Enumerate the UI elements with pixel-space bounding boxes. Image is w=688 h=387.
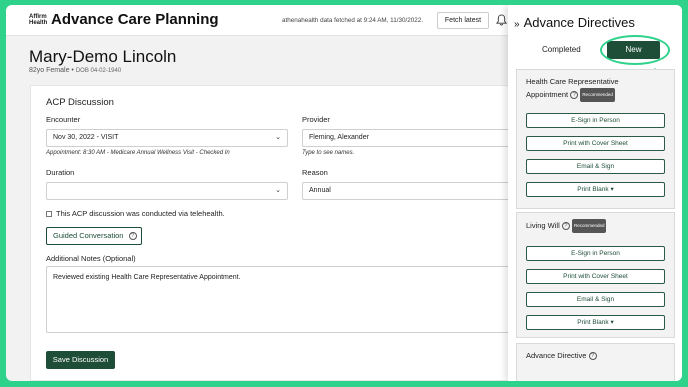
print-cover-sheet-button[interactable]: Print with Cover Sheet: [526, 136, 665, 151]
print-blank-button[interactable]: Print Blank ▾: [526, 182, 665, 197]
logo-line-2: Health: [29, 20, 48, 26]
advance-directives-panel: » Advance Directives Completed New Health…: [508, 5, 682, 381]
print-blank-label: Print Blank: [577, 319, 609, 326]
highlight-ring: [600, 35, 670, 65]
directive-card-living-will: Living Will ? Recommended E-Sign in Pers…: [516, 212, 675, 338]
email-sign-button[interactable]: Email & Sign: [526, 159, 665, 174]
patient-name: Mary-Demo Lincoln: [29, 47, 177, 66]
app-window: Affirm Health Advance Care Planning athe…: [6, 5, 682, 381]
provider-input[interactable]: Fleming, Alexander: [302, 129, 531, 147]
directive-title: Living Will ? Recommended: [526, 219, 607, 233]
fetch-latest-button[interactable]: Fetch latest: [437, 12, 489, 29]
encounter-select[interactable]: Nov 30, 2022 - VISIT ⌄: [46, 129, 288, 147]
notes-value: Reviewed existing Health Care Representa…: [53, 274, 241, 281]
provider-hint: Type to see names.: [302, 150, 355, 156]
telehealth-checkbox[interactable]: [46, 211, 52, 217]
telehealth-label: This ACP discussion was conducted via te…: [56, 209, 225, 218]
guided-conversation-label: Guided Conversation: [53, 231, 124, 240]
fetched-status: athenahealth data fetched at 9:24 AM, 11…: [282, 17, 423, 24]
reason-label: Reason: [302, 168, 328, 177]
directive-title-line: Advance Directive: [526, 351, 587, 360]
duration-label: Duration: [46, 168, 75, 177]
directive-title: Health Care Representative Appointment ?…: [526, 76, 619, 102]
encounter-value: Nov 30, 2022 - VISIT: [53, 134, 119, 141]
esign-in-person-button[interactable]: E-Sign in Person: [526, 246, 665, 261]
help-icon: ?: [128, 232, 137, 241]
panel-header: » Advance Directives: [514, 15, 635, 30]
app-title: Advance Care Planning: [51, 11, 219, 28]
collapse-panel-icon[interactable]: »: [514, 19, 520, 30]
tab-completed[interactable]: Completed: [542, 45, 581, 54]
save-discussion-button[interactable]: Save Discussion: [46, 351, 115, 369]
email-sign-button[interactable]: Email & Sign: [526, 292, 665, 307]
appointment-hint: Appointment: 8:30 AM - Medicare Annual W…: [46, 150, 230, 156]
print-cover-sheet-button[interactable]: Print with Cover Sheet: [526, 269, 665, 284]
help-icon[interactable]: ?: [561, 222, 570, 230]
bell-icon[interactable]: [496, 14, 507, 26]
directive-title-line: Living Will: [526, 220, 560, 230]
directive-card-hcr: Health Care Representative Appointment ?…: [516, 69, 675, 209]
logo: Affirm Health: [29, 14, 47, 26]
notes-textarea[interactable]: Reviewed existing Health Care Representa…: [46, 266, 531, 333]
chevron-down-icon: ⌄: [275, 134, 281, 141]
guided-conversation-button[interactable]: Guided Conversation ?: [46, 227, 142, 245]
notes-label: Additional Notes (Optional): [46, 254, 136, 263]
recommended-badge: Recommended: [571, 219, 607, 233]
directive-title: Advance Directive ?: [526, 350, 597, 362]
help-icon[interactable]: ?: [588, 352, 597, 361]
esign-in-person-button[interactable]: E-Sign in Person: [526, 113, 665, 128]
caret-down-icon: ▾: [610, 186, 614, 193]
provider-value: Fleming, Alexander: [309, 134, 369, 141]
reason-value: Annual: [309, 187, 331, 194]
provider-label: Provider: [302, 115, 330, 124]
panel-title: Advance Directives: [523, 15, 635, 30]
recommended-badge: Recommended: [580, 88, 615, 102]
directive-title-line: Health Care Representative: [526, 77, 619, 86]
directive-card-advance-directive: Advance Directive ?: [516, 343, 675, 381]
print-blank-button[interactable]: Print Blank ▾: [526, 315, 665, 330]
directive-title-line: Appointment: [526, 89, 569, 99]
patient-dob: DOB 04-02-1940: [75, 68, 122, 74]
chevron-down-icon: ⌄: [275, 187, 281, 194]
reason-select[interactable]: Annual: [302, 182, 531, 200]
caret-down-icon: ▾: [610, 319, 614, 326]
patient-meta: 82yo Female • DOB 04-02-1940: [29, 67, 121, 74]
patient-age-sex: 82yo Female •: [29, 67, 74, 74]
encounter-label: Encounter: [46, 115, 81, 124]
duration-select[interactable]: ⌄: [46, 182, 288, 200]
acp-discussion-card: ACP Discussion Encounter Nov 30, 2022 - …: [30, 85, 531, 381]
print-blank-label: Print Blank: [577, 186, 609, 193]
help-icon[interactable]: ?: [570, 91, 579, 99]
card-title: ACP Discussion: [46, 97, 114, 108]
